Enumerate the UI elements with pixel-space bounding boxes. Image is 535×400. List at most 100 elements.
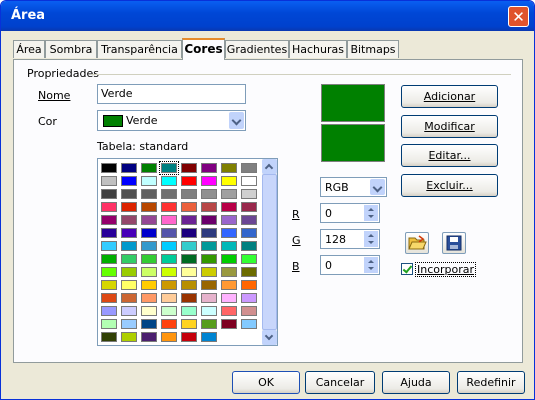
palette-color-cell[interactable] bbox=[141, 189, 157, 199]
palette-color-cell[interactable] bbox=[181, 280, 197, 290]
name-field[interactable]: Verde bbox=[97, 84, 246, 104]
palette-color-cell[interactable] bbox=[241, 189, 257, 199]
palette-color-cell[interactable] bbox=[201, 215, 217, 225]
palette-color-cell[interactable] bbox=[241, 241, 257, 251]
palette-color-cell[interactable] bbox=[141, 176, 157, 186]
palette-color-cell[interactable] bbox=[221, 176, 237, 186]
chevron-down-icon[interactable] bbox=[229, 112, 244, 129]
palette-color-cell[interactable] bbox=[141, 280, 157, 290]
palette-color-cell[interactable] bbox=[101, 254, 117, 264]
palette-color-cell[interactable] bbox=[161, 254, 177, 264]
palette-color-cell[interactable] bbox=[221, 254, 237, 264]
tab-bitmaps[interactable]: Bitmaps bbox=[347, 40, 399, 58]
palette-color-cell[interactable] bbox=[201, 267, 217, 277]
palette-color-cell[interactable] bbox=[141, 202, 157, 212]
palette-color-cell[interactable] bbox=[221, 293, 237, 303]
palette-color-cell[interactable] bbox=[141, 319, 157, 329]
palette-color-cell[interactable] bbox=[141, 293, 157, 303]
palette-color-cell[interactable] bbox=[101, 306, 117, 316]
palette-color-cell[interactable] bbox=[101, 202, 117, 212]
palette-color-cell[interactable] bbox=[121, 267, 137, 277]
palette-color-cell[interactable] bbox=[121, 228, 137, 238]
tab-transparency[interactable]: Transparência bbox=[97, 40, 182, 58]
palette-color-cell[interactable] bbox=[181, 176, 197, 186]
modify-button[interactable]: Modificar bbox=[401, 115, 498, 138]
palette-color-cell[interactable] bbox=[181, 189, 197, 199]
palette-color-cell[interactable] bbox=[221, 228, 237, 238]
palette-color-cell[interactable] bbox=[161, 215, 177, 225]
palette-color-cell[interactable] bbox=[121, 306, 137, 316]
decrement-icon[interactable] bbox=[364, 265, 378, 273]
close-button[interactable]: ✕ bbox=[508, 6, 529, 27]
reset-button[interactable]: Redefinir bbox=[457, 371, 525, 394]
palette-color-cell[interactable] bbox=[161, 202, 177, 212]
palette-color-cell[interactable] bbox=[241, 267, 257, 277]
chevron-down-icon[interactable] bbox=[370, 179, 385, 195]
cancel-button[interactable]: Cancelar bbox=[305, 371, 375, 394]
palette-color-cell[interactable] bbox=[181, 228, 197, 238]
g-stepper[interactable]: 128 bbox=[320, 229, 380, 249]
palette-color-cell[interactable] bbox=[101, 228, 117, 238]
palette-color-cell[interactable] bbox=[241, 176, 257, 186]
palette-color-cell[interactable] bbox=[221, 241, 237, 251]
palette-color-cell[interactable] bbox=[201, 241, 217, 251]
palette-color-cell[interactable] bbox=[161, 293, 177, 303]
palette-color-cell[interactable] bbox=[241, 228, 257, 238]
palette-color-cell[interactable] bbox=[221, 319, 237, 329]
palette-color-cell[interactable] bbox=[181, 215, 197, 225]
palette-color-cell[interactable] bbox=[121, 280, 137, 290]
palette-color-cell[interactable] bbox=[201, 189, 217, 199]
palette-color-cell[interactable] bbox=[141, 267, 157, 277]
palette-color-cell[interactable] bbox=[161, 319, 177, 329]
palette-color-cell[interactable] bbox=[161, 306, 177, 316]
palette-color-cell[interactable] bbox=[201, 293, 217, 303]
palette-color-cell[interactable] bbox=[201, 176, 217, 186]
palette-color-cell[interactable] bbox=[161, 228, 177, 238]
save-color-list-button[interactable] bbox=[442, 232, 466, 254]
tab-area[interactable]: Área bbox=[13, 40, 45, 58]
palette-color-cell[interactable] bbox=[221, 202, 237, 212]
palette-color-cell[interactable] bbox=[121, 215, 137, 225]
palette-color-cell[interactable] bbox=[161, 332, 177, 342]
palette-color-cell[interactable] bbox=[181, 202, 197, 212]
load-color-list-button[interactable] bbox=[405, 232, 429, 254]
palette-scrollbar[interactable] bbox=[262, 159, 277, 345]
palette-color-cell[interactable] bbox=[221, 163, 237, 173]
palette-color-cell[interactable] bbox=[241, 306, 257, 316]
embed-label[interactable]: Incorporar bbox=[414, 262, 477, 277]
edit-button[interactable]: Editar... bbox=[401, 144, 498, 167]
scroll-down-icon[interactable] bbox=[262, 330, 277, 345]
palette-color-cell[interactable] bbox=[121, 241, 137, 251]
palette-color-cell[interactable] bbox=[101, 293, 117, 303]
decrement-icon[interactable] bbox=[364, 213, 378, 221]
palette-color-cell[interactable] bbox=[121, 319, 137, 329]
palette-color-cell[interactable] bbox=[141, 163, 157, 173]
palette-color-cell[interactable] bbox=[241, 202, 257, 212]
add-button[interactable]: Adicionar bbox=[401, 85, 498, 108]
palette-color-cell[interactable] bbox=[241, 293, 257, 303]
palette-color-cell[interactable] bbox=[221, 267, 237, 277]
palette-color-cell[interactable] bbox=[121, 293, 137, 303]
palette-color-cell[interactable] bbox=[221, 280, 237, 290]
palette-color-cell[interactable] bbox=[159, 161, 179, 175]
palette-color-cell[interactable] bbox=[101, 189, 117, 199]
color-model-select[interactable]: RGB bbox=[320, 177, 387, 197]
palette-color-cell[interactable] bbox=[141, 241, 157, 251]
palette-color-cell[interactable] bbox=[101, 241, 117, 251]
embed-checkbox[interactable] bbox=[401, 263, 413, 275]
tab-hatching[interactable]: Hachuras bbox=[289, 40, 347, 58]
palette-color-cell[interactable] bbox=[121, 189, 137, 199]
palette-color-cell[interactable] bbox=[161, 267, 177, 277]
palette-color-cell[interactable] bbox=[201, 306, 217, 316]
b-stepper[interactable]: 0 bbox=[320, 255, 380, 275]
palette-color-cell[interactable] bbox=[101, 280, 117, 290]
palette-color-cell[interactable] bbox=[201, 319, 217, 329]
palette-color-cell[interactable] bbox=[141, 215, 157, 225]
increment-icon[interactable] bbox=[364, 231, 378, 239]
palette-color-cell[interactable] bbox=[141, 228, 157, 238]
scroll-thumb[interactable] bbox=[262, 174, 277, 330]
decrement-icon[interactable] bbox=[364, 239, 378, 247]
delete-button[interactable]: Excluir... bbox=[401, 174, 498, 197]
palette-color-cell[interactable] bbox=[161, 280, 177, 290]
palette-color-cell[interactable] bbox=[161, 176, 177, 186]
